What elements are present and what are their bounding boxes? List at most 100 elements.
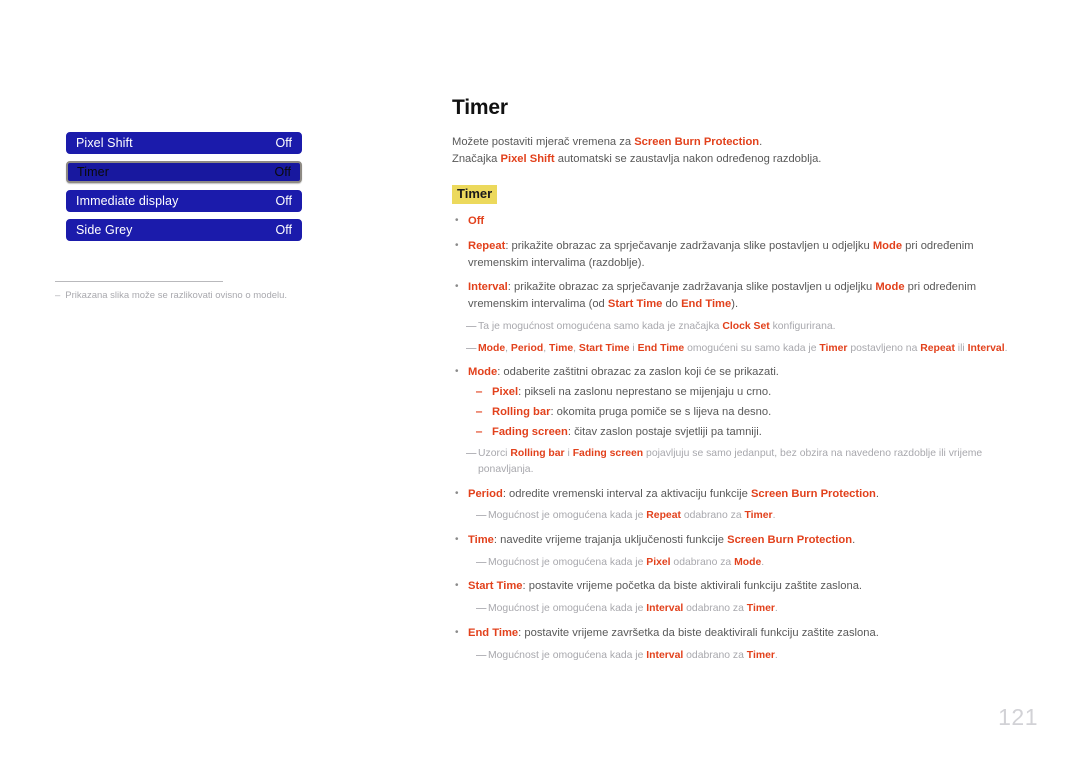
- bullet-item: • End Time: postavite vrijeme završetka d…: [452, 625, 1017, 642]
- body-text: Mogućnost je omogućena kada je: [488, 556, 647, 568]
- footnote-line: ‒ Prikazana slika može se razlikovati ov…: [55, 290, 325, 302]
- sub-bullet-dash-icon: ‒: [476, 405, 483, 418]
- body-text: .: [759, 136, 763, 148]
- osd-menu-panel: Pixel Shift Off Timer Off Immediate display O…: [66, 132, 302, 248]
- sub-bullet-text: Fading screen: čitav zaslon postaje svje…: [492, 424, 1017, 441]
- emphasis-text: Pixel Shift: [500, 153, 555, 166]
- emphasis-text: Fading screen: [492, 425, 568, 438]
- body-text: : prikažite obrazac za sprječavanje zadr…: [505, 239, 873, 252]
- bullet-text: Interval: prikažite obrazac za sprječava…: [468, 279, 1017, 313]
- bullet-item: • Off: [452, 213, 1017, 230]
- note-text: Mogućnost je omogućena kada je Interval …: [488, 648, 1017, 664]
- note-text: Mogućnost je omogućena kada je Pixel oda…: [488, 555, 1017, 571]
- emphasis-text: Repeat: [468, 239, 506, 252]
- emphasis-text: Timer: [819, 342, 848, 354]
- note-dash-icon: —: [476, 649, 486, 661]
- body-text: omogućeni su samo kada je: [684, 342, 820, 354]
- body-text: Uzorci: [478, 448, 511, 460]
- emphasis-text: Interval: [646, 649, 684, 661]
- emphasis-text: Interval: [646, 603, 684, 615]
- emphasis-text: Start Time: [607, 298, 663, 311]
- note-text: Mogućnost je omogućena kada je Interval …: [488, 601, 1017, 617]
- sub-bullet-text: Pixel: pikseli na zaslonu neprestano se …: [492, 384, 1017, 401]
- bullet-text: Start Time: postavite vrijeme početka da…: [468, 578, 1017, 595]
- body-text: : čitav zaslon postaje svjetliji pa tamn…: [567, 425, 762, 438]
- note-dash-icon: —: [466, 321, 476, 332]
- emphasis-text: Off: [468, 215, 485, 228]
- bullet-item: • Mode: odaberite zaštitni obrazac za zas…: [452, 364, 1017, 381]
- menu-row-timer[interactable]: Timer Off: [66, 161, 302, 183]
- body-text: : pikseli na zaslonu neprestano se mijen…: [518, 386, 772, 399]
- menu-row-label: Immediate display: [76, 194, 179, 208]
- emphasis-text: Rolling bar: [492, 405, 551, 418]
- bullet-item: • Period: odredite vremenski interval za …: [452, 486, 1017, 503]
- emphasis-text: Period: [510, 342, 544, 354]
- note-item: — Mogućnost je omogućena kada je Interval…: [476, 601, 1017, 617]
- body-text: .: [761, 556, 765, 568]
- body-text: : postavite vrijeme završetka da biste d…: [518, 626, 879, 639]
- menu-row-label: Pixel Shift: [76, 136, 133, 150]
- body-text: : okomita pruga pomiče se s lijeva na de…: [550, 405, 772, 418]
- emphasis-text: Rolling bar: [510, 448, 565, 460]
- body-text: Mogućnost je omogućena kada je: [488, 649, 647, 661]
- bullet-dot-icon: •: [455, 366, 459, 378]
- body-text: Možete postaviti mjerač vremena za: [452, 136, 635, 148]
- sub-bullet-item: ‒ Pixel: pikseli na zaslonu neprestano se…: [476, 384, 1017, 401]
- emphasis-text: Time: [468, 534, 494, 547]
- body-text: .: [772, 510, 776, 522]
- menu-row-label: Timer: [77, 165, 109, 179]
- body-text: : prikažite obrazac za sprječavanje zadr…: [507, 281, 876, 294]
- note-dash-icon: —: [466, 342, 476, 354]
- emphasis-text: Screen Burn Protection: [634, 136, 760, 148]
- body-text: .: [774, 603, 778, 615]
- menu-row-side-grey[interactable]: Side Grey Off: [66, 219, 302, 241]
- menu-row-immediate-display[interactable]: Immediate display Off: [66, 190, 302, 212]
- footnote-text: Prikazana slika može se razlikovati ovis…: [65, 290, 288, 301]
- menu-row-pixel-shift[interactable]: Pixel Shift Off: [66, 132, 302, 154]
- body-text: postavljeno na: [847, 342, 921, 354]
- body-text: .: [774, 649, 778, 661]
- emphasis-text: Pixel: [646, 556, 671, 568]
- note-text: Ta je mogućnost omogućena samo kada je z…: [478, 319, 1017, 335]
- body-text: .: [1004, 342, 1008, 354]
- intro-line: Možete postaviti mjerač vremena za Scree…: [452, 134, 1017, 151]
- emphasis-text: Screen Burn Protection: [727, 534, 853, 547]
- note-text: Uzorci Rolling bar i Fading screen pojav…: [478, 446, 1017, 477]
- footnote-dash-icon: ‒: [55, 290, 61, 301]
- body-text: odabrano za: [683, 649, 747, 661]
- note-item: — Ta je mogućnost omogućena samo kada je …: [466, 319, 1017, 335]
- body-text: odabrano za: [680, 510, 745, 522]
- body-text: .: [875, 487, 879, 500]
- emphasis-text: Repeat: [646, 510, 681, 522]
- emphasis-text: End Time: [637, 342, 685, 354]
- body-text: i: [564, 448, 573, 460]
- footnote-divider: [55, 281, 223, 282]
- bullet-item: • Interval: prikažite obrazac za sprječav…: [452, 279, 1017, 313]
- bullet-text: Mode: odaberite zaštitni obrazac za zasl…: [468, 364, 1017, 381]
- note-item: — Mogućnost je omogućena kada je Interval…: [476, 648, 1017, 664]
- note-dash-icon: —: [476, 556, 486, 568]
- emphasis-text: Period: [468, 487, 503, 500]
- bullet-item: • Repeat: prikažite obrazac za sprječavan…: [452, 238, 1017, 272]
- emphasis-text: Timer: [744, 510, 773, 522]
- menu-row-value: Off: [275, 223, 292, 237]
- body-text: konfigurirana.: [769, 321, 836, 332]
- note-item: — Mode, Period, Time, Start Time i End Ti…: [466, 341, 1017, 357]
- emphasis-text: Pixel: [492, 386, 519, 399]
- note-dash-icon: —: [476, 603, 486, 615]
- bullet-text: Period: odredite vremenski interval za a…: [468, 486, 1017, 503]
- sub-bullet-item: ‒ Rolling bar: okomita pruga pomiče se s …: [476, 404, 1017, 421]
- bullet-dot-icon: •: [455, 626, 459, 638]
- body-text: ili: [954, 342, 968, 354]
- body-text: Mogućnost je omogućena kada je: [488, 510, 647, 522]
- content-column: Timer Možete postaviti mjerač vremena za…: [452, 96, 1017, 663]
- body-text: odabrano za: [670, 556, 735, 568]
- emphasis-text: Mode: [875, 281, 905, 294]
- note-item: — Uzorci Rolling bar i Fading screen poja…: [466, 446, 1017, 477]
- note-item: — Mogućnost je omogućena kada je Repeat o…: [476, 508, 1017, 524]
- body-text: Ta je mogućnost omogućena samo kada je z…: [478, 321, 723, 332]
- description-list: • Off • Repeat: prikažite obrazac za sprječ…: [452, 213, 1017, 663]
- body-text: : odredite vremenski interval za aktivac…: [502, 487, 751, 500]
- bullet-dot-icon: •: [455, 580, 459, 592]
- body-text: odabrano za: [683, 603, 747, 615]
